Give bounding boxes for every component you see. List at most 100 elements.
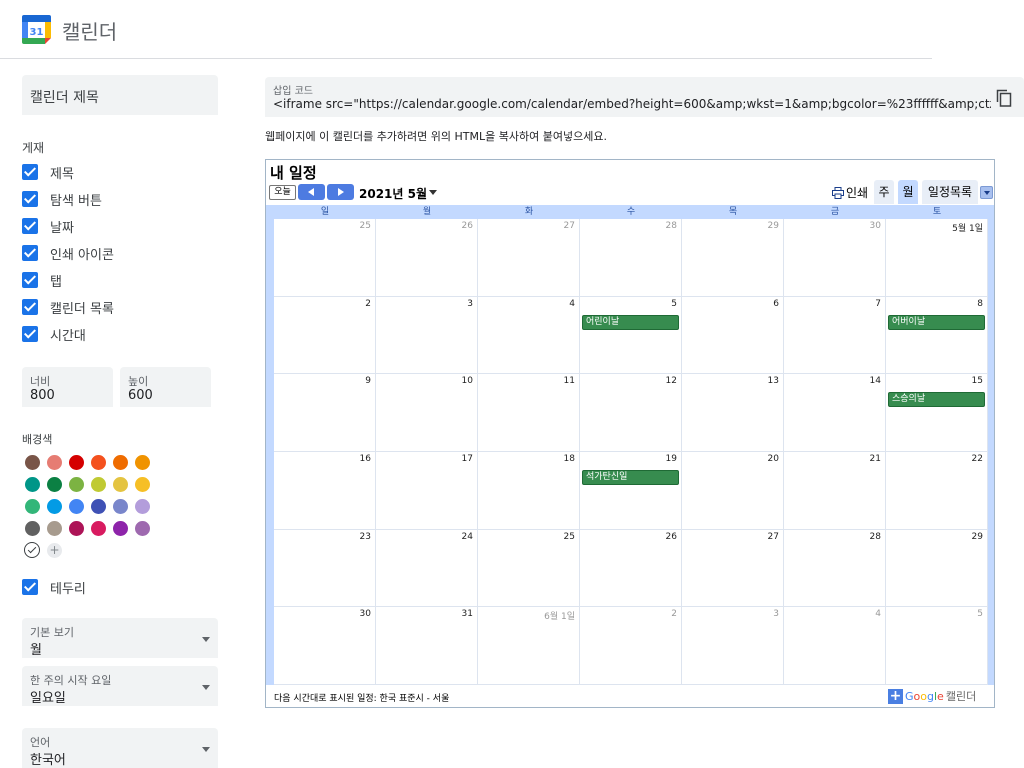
copy-icon[interactable] — [996, 89, 1012, 107]
selected-color-check-icon[interactable] — [24, 542, 40, 558]
calendar-event[interactable]: 스승의날 — [888, 392, 985, 408]
day-cell[interactable]: 2 — [274, 296, 376, 375]
day-cell[interactable]: 27 — [682, 529, 784, 608]
day-cell[interactable]: 5 — [886, 607, 988, 685]
show-option-row[interactable]: 인쇄 아이콘 — [22, 243, 114, 263]
color-swatch[interactable] — [113, 455, 128, 470]
day-cell[interactable]: 21 — [784, 452, 886, 530]
color-swatch[interactable] — [25, 499, 40, 514]
week-start-select[interactable]: 한 주의 시작 요일 일요일 — [22, 666, 218, 706]
show-option-checkbox[interactable] — [22, 326, 38, 342]
day-cell[interactable]: 6월 1일 — [478, 607, 580, 685]
calendar-event[interactable]: 어버이날 — [888, 314, 985, 330]
color-swatch[interactable] — [47, 477, 62, 492]
color-swatch[interactable] — [47, 521, 62, 536]
day-cell[interactable]: 26 — [580, 529, 682, 608]
day-cell[interactable]: 4 — [478, 296, 580, 375]
language-select[interactable]: 언어 한국어 — [22, 728, 218, 768]
day-cell[interactable]: 28 — [580, 219, 682, 297]
color-swatch[interactable] — [113, 499, 128, 514]
day-cell[interactable]: 25 — [478, 529, 580, 608]
color-swatch[interactable] — [135, 521, 150, 536]
day-cell[interactable]: 28 — [784, 529, 886, 608]
color-swatch[interactable] — [69, 499, 84, 514]
border-checkbox-row[interactable]: 테두리 — [22, 577, 86, 597]
day-cell[interactable]: 30 — [274, 607, 376, 685]
day-cell[interactable]: 2 — [580, 607, 682, 685]
day-cell[interactable]: 5월 1일 — [886, 219, 988, 297]
color-swatch[interactable] — [113, 521, 128, 536]
color-swatch[interactable] — [47, 455, 62, 470]
current-month-label[interactable]: 2021년 5월 — [359, 185, 427, 202]
color-swatch[interactable] — [25, 455, 40, 470]
day-cell[interactable]: 4 — [784, 607, 886, 685]
day-cell[interactable]: 23 — [274, 529, 376, 608]
color-swatch[interactable] — [91, 499, 106, 514]
month-dropdown-icon[interactable] — [429, 190, 437, 195]
google-calendar-badge[interactable]: + G o o g l e 캘린더 — [888, 688, 976, 704]
show-option-row[interactable]: 날짜 — [22, 216, 74, 236]
day-cell[interactable]: 9 — [274, 374, 376, 452]
color-swatch[interactable] — [91, 521, 106, 536]
color-swatch[interactable] — [135, 477, 150, 492]
day-cell[interactable]: 3 — [376, 296, 478, 375]
color-swatch[interactable] — [69, 521, 84, 536]
day-cell[interactable]: 22 — [886, 452, 988, 530]
color-swatch[interactable] — [25, 521, 40, 536]
color-swatch[interactable] — [91, 455, 106, 470]
show-option-row[interactable]: 탐색 버튼 — [22, 189, 102, 209]
color-swatch[interactable] — [113, 477, 128, 492]
day-cell[interactable]: 14 — [784, 374, 886, 452]
show-option-checkbox[interactable] — [22, 299, 38, 315]
day-cell[interactable]: 29 — [886, 529, 988, 608]
show-option-checkbox[interactable] — [22, 245, 38, 261]
day-cell[interactable]: 16 — [274, 452, 376, 530]
day-cell[interactable]: 29 — [682, 219, 784, 297]
show-option-checkbox[interactable] — [22, 191, 38, 207]
calendar-event[interactable]: 어린이날 — [582, 314, 679, 330]
day-cell[interactable]: 20 — [682, 452, 784, 530]
color-swatch[interactable] — [91, 477, 106, 492]
day-cell[interactable]: 24 — [376, 529, 478, 608]
day-cell[interactable]: 15 스승의날 — [886, 374, 988, 452]
day-cell[interactable]: 27 — [478, 219, 580, 297]
color-swatch[interactable] — [69, 477, 84, 492]
day-cell[interactable]: 30 — [784, 219, 886, 297]
show-option-row[interactable]: 시간대 — [22, 324, 86, 344]
show-option-row[interactable]: 제목 — [22, 162, 74, 182]
next-month-button[interactable] — [327, 184, 354, 200]
day-cell[interactable]: 6 — [682, 296, 784, 375]
color-swatch[interactable] — [47, 499, 62, 514]
height-field[interactable]: 높이 600 — [120, 367, 211, 407]
day-cell[interactable]: 13 — [682, 374, 784, 452]
day-cell[interactable]: 8 어버이날 — [886, 296, 988, 375]
calendar-list-dropdown-icon[interactable] — [980, 186, 993, 199]
day-cell[interactable]: 10 — [376, 374, 478, 452]
tab-week[interactable]: 주 — [874, 180, 894, 204]
day-cell[interactable]: 18 — [478, 452, 580, 530]
day-cell[interactable]: 17 — [376, 452, 478, 530]
tab-agenda[interactable]: 일정목록 — [922, 180, 978, 204]
day-cell[interactable]: 26 — [376, 219, 478, 297]
color-swatch[interactable] — [69, 455, 84, 470]
calendar-event[interactable]: 석가탄신일 — [582, 470, 679, 485]
day-cell[interactable]: 31 — [376, 607, 478, 685]
day-cell[interactable]: 25 — [274, 219, 376, 297]
day-cell[interactable]: 5 어린이날 — [580, 296, 682, 375]
day-cell[interactable]: 3 — [682, 607, 784, 685]
today-button[interactable]: 오늘 — [269, 185, 296, 200]
show-option-checkbox[interactable] — [22, 272, 38, 288]
day-cell[interactable]: 11 — [478, 374, 580, 452]
add-color-icon[interactable]: + — [47, 543, 62, 558]
tab-month[interactable]: 월 — [898, 180, 918, 204]
prev-month-button[interactable] — [298, 184, 325, 200]
day-cell[interactable]: 7 — [784, 296, 886, 375]
border-checkbox[interactable] — [22, 579, 38, 595]
show-option-row[interactable]: 캘린더 목록 — [22, 297, 114, 317]
embed-code-field[interactable]: 삽입 코드 <iframe src="https://calendar.goog… — [265, 77, 1024, 117]
print-button[interactable]: 인쇄 — [832, 184, 868, 201]
calendar-title-input[interactable]: 캘린더 제목 — [22, 75, 218, 115]
color-swatch[interactable] — [135, 455, 150, 470]
default-view-select[interactable]: 기본 보기 월 — [22, 618, 218, 658]
show-option-checkbox[interactable] — [22, 218, 38, 234]
